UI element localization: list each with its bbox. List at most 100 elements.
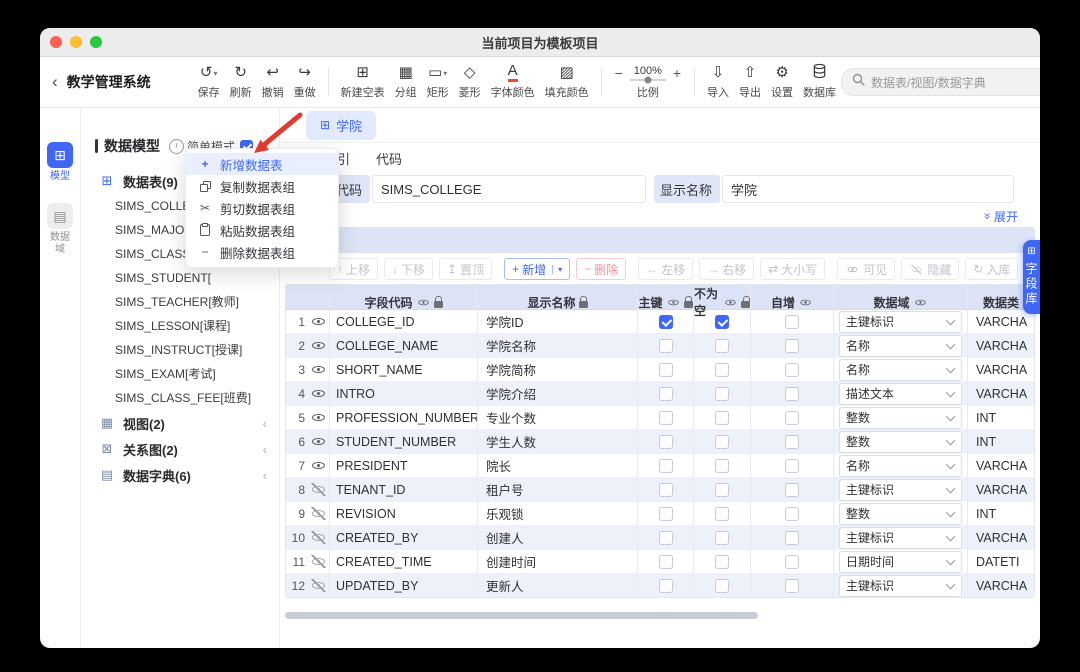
field-code[interactable]: TENANT_ID [330, 478, 478, 501]
fill-color-button[interactable]: ▨ 填充颜色 [540, 64, 594, 100]
pk-checkbox[interactable] [659, 483, 673, 497]
autoincrement-checkbox[interactable] [785, 411, 799, 425]
autoincrement-checkbox[interactable] [785, 531, 799, 545]
field-code[interactable]: CREATED_BY [330, 526, 478, 549]
scrollbar-thumb[interactable] [285, 612, 758, 619]
group-button[interactable]: ▦ 分组 [390, 64, 422, 100]
data-type[interactable]: INT [968, 502, 1034, 525]
autoincrement-checkbox[interactable] [785, 435, 799, 449]
close-button[interactable] [50, 36, 62, 48]
data-type[interactable]: VARCHA [968, 358, 1034, 381]
pk-checkbox[interactable] [659, 531, 673, 545]
data-type[interactable]: VARCHA [968, 382, 1034, 405]
domain-select[interactable]: 主键标识 [839, 479, 962, 501]
autoincrement-checkbox[interactable] [785, 363, 799, 377]
tree-item-table[interactable]: SIMS_INSTRUCT[授课] [81, 338, 279, 362]
visibility-icon[interactable] [311, 411, 326, 424]
field-code[interactable]: INTRO [330, 382, 478, 405]
notnull-checkbox[interactable] [715, 483, 729, 497]
notnull-checkbox[interactable] [715, 363, 729, 377]
zoom-slider-handle[interactable] [644, 77, 651, 84]
menu-item-paste-group[interactable]: 粘贴数据表组 [186, 219, 338, 241]
domain-select[interactable]: 整数 [839, 407, 962, 429]
store-button[interactable]: ↻入库 [965, 258, 1018, 280]
notnull-checkbox[interactable] [715, 435, 729, 449]
data-type[interactable]: VARCHA [968, 334, 1034, 357]
visibility-icon[interactable] [311, 531, 326, 544]
field-code[interactable]: PRESIDENT [330, 454, 478, 477]
autoincrement-checkbox[interactable] [785, 387, 799, 401]
tree-item-table[interactable]: SIMS_STUDENT[ [81, 266, 279, 290]
display-name[interactable]: 更新人 [478, 574, 638, 597]
visibility-icon[interactable] [311, 339, 326, 352]
menu-item-cut-group[interactable]: ✂ 剪切数据表组 [186, 197, 338, 219]
visible-button[interactable]: 可见 [837, 258, 895, 280]
tree-group-dictionary[interactable]: ▤ 数据字典(6) ‹ [81, 462, 279, 488]
field-code[interactable]: STUDENT_NUMBER [330, 430, 478, 453]
tree-item-table[interactable]: SIMS_LESSON[课程] [81, 314, 279, 338]
notnull-checkbox[interactable] [715, 339, 729, 353]
delete-field-button[interactable]: −删除 [576, 258, 626, 280]
autoincrement-checkbox[interactable] [785, 483, 799, 497]
refresh-button[interactable]: ↻ 刷新 [225, 64, 257, 100]
undo-button[interactable]: ↩ 撤销 [257, 64, 289, 100]
tree-item-table[interactable]: SIMS_EXAM[考试] [81, 362, 279, 386]
redo-button[interactable]: ↪ 重做 [289, 64, 321, 100]
visibility-icon[interactable] [311, 315, 326, 328]
notnull-checkbox[interactable] [715, 579, 729, 593]
hide-button[interactable]: 隐藏 [901, 258, 959, 280]
field-code[interactable]: UPDATED_BY [330, 574, 478, 597]
pk-checkbox[interactable] [659, 315, 673, 329]
domain-select[interactable]: 名称 [839, 335, 962, 357]
export-button[interactable]: ⇧ 导出 [734, 64, 766, 100]
save-button[interactable]: ↺▾ 保存 [193, 64, 225, 100]
data-type[interactable]: VARCHA [968, 454, 1034, 477]
display-name[interactable]: 创建时间 [478, 550, 638, 573]
zoom-slider[interactable] [630, 79, 666, 81]
new-table-button[interactable]: ⊞ 新建空表 [336, 64, 390, 100]
data-type[interactable]: VARCHA [968, 574, 1034, 597]
domain-select[interactable]: 整数 [839, 503, 962, 525]
case-toggle-button[interactable]: ⇄大小写 [760, 258, 825, 280]
import-button[interactable]: ⇩ 导入 [702, 64, 734, 100]
display-name[interactable]: 创建人 [478, 526, 638, 549]
pk-checkbox[interactable] [659, 579, 673, 593]
data-type[interactable]: VARCHA [968, 310, 1034, 333]
data-type[interactable]: INT [968, 430, 1034, 453]
move-left-button[interactable]: ←左移 [638, 258, 693, 280]
domain-select[interactable]: 主键标识 [839, 311, 962, 333]
field-code[interactable]: PROFESSION_NUMBER [330, 406, 478, 429]
pk-checkbox[interactable] [659, 411, 673, 425]
field-code[interactable]: SHORT_NAME [330, 358, 478, 381]
display-name[interactable]: 乐观锁 [478, 502, 638, 525]
display-name[interactable]: 学院名称 [478, 334, 638, 357]
field-code[interactable]: CREATED_TIME [330, 550, 478, 573]
database-button[interactable]: 数据库 [798, 64, 841, 100]
tree-item-table[interactable]: SIMS_TEACHER[教师] [81, 290, 279, 314]
settings-button[interactable]: ⚙ 设置 [766, 64, 798, 100]
pk-checkbox[interactable] [659, 435, 673, 449]
menu-item-add-table[interactable]: + 新增数据表 [186, 153, 338, 175]
move-down-button[interactable]: ↓下移 [384, 258, 433, 280]
expand-link[interactable]: « 展开 [983, 208, 1018, 225]
pk-checkbox[interactable] [659, 555, 673, 569]
rectangle-button[interactable]: ▭▾ 矩形 [422, 64, 454, 100]
display-name-input[interactable]: 学院 [722, 175, 1014, 203]
display-name[interactable]: 学院ID [478, 310, 638, 333]
display-name[interactable]: 学生人数 [478, 430, 638, 453]
autoincrement-checkbox[interactable] [785, 339, 799, 353]
display-name[interactable]: 学院简称 [478, 358, 638, 381]
field-code[interactable]: COLLEGE_NAME [330, 334, 478, 357]
domain-select[interactable]: 描述文本 [839, 383, 962, 405]
visibility-icon[interactable] [311, 387, 326, 400]
autoincrement-checkbox[interactable] [785, 579, 799, 593]
display-name[interactable]: 学院介绍 [478, 382, 638, 405]
visibility-icon[interactable] [311, 507, 326, 520]
autoincrement-checkbox[interactable] [785, 315, 799, 329]
visibility-icon[interactable] [311, 483, 326, 496]
display-name[interactable]: 租户号 [478, 478, 638, 501]
notnull-checkbox[interactable] [715, 315, 729, 329]
tree-group-diagrams[interactable]: ⊠ 关系图(2) ‹ [81, 436, 279, 462]
autoincrement-checkbox[interactable] [785, 507, 799, 521]
pk-checkbox[interactable] [659, 459, 673, 473]
